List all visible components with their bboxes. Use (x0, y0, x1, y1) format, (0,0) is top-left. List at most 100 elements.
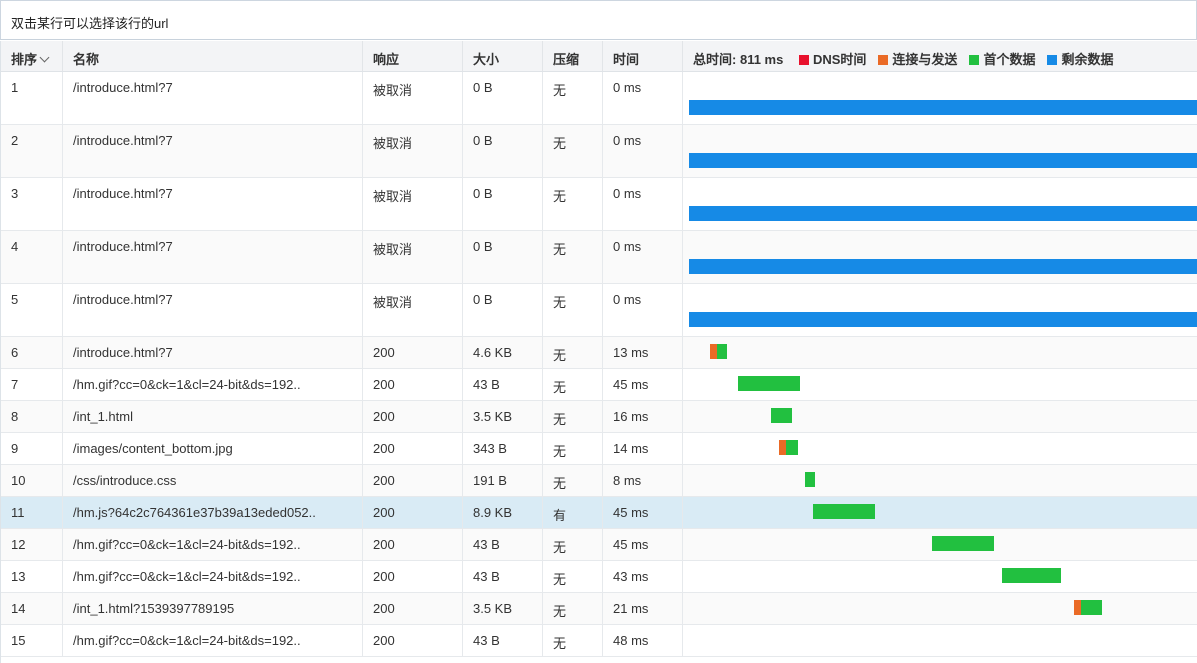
column-header-name[interactable]: 名称 (63, 41, 363, 71)
timeline-cell (683, 529, 1197, 560)
cell-time: 45 ms (603, 529, 683, 560)
timeline-bar-connect (779, 440, 786, 455)
cell-response-text: 200 (373, 377, 395, 392)
timeline-cell (683, 72, 1197, 124)
cell-size-text: 43 B (473, 377, 500, 392)
column-header-size-label: 大小 (473, 52, 500, 67)
cell-response-text: 被取消 (373, 189, 413, 204)
cell-time: 0 ms (603, 231, 683, 283)
table-row[interactable]: 12/hm.gif?cc=0&ck=1&cl=24-bit&ds=192.. 20… (1, 529, 1197, 561)
cell-time-text: 0 ms (613, 292, 642, 307)
table-row[interactable]: 5/introduce.html?7 被取消 0 B 无 0 ms (1, 284, 1197, 337)
table-row[interactable]: 1/introduce.html?7 被取消 0 B 无 0 ms (1, 72, 1197, 125)
timeline-cell (683, 337, 1197, 368)
timeline-cell (683, 497, 1197, 528)
cell-response-text: 200 (373, 601, 395, 616)
cell-size-text: 0 B (473, 292, 493, 307)
cell-time: 0 ms (603, 125, 683, 177)
timeline-cell (683, 625, 1197, 656)
cell-rank: 5 (1, 284, 63, 336)
cell-compress-text: 无 (553, 412, 567, 427)
table-row[interactable]: 6/introduce.html?7 200 4.6 KB 无 13 ms (1, 337, 1197, 369)
cell-rank: 13 (1, 561, 63, 592)
cell-time: 0 ms (603, 72, 683, 124)
cell-compress: 无 (543, 401, 603, 432)
cell-name: /hm.gif?cc=0&ck=1&cl=24-bit&ds=192.. (63, 561, 363, 592)
cell-size: 43 B (463, 369, 543, 400)
column-header-compress[interactable]: 压缩 (543, 41, 603, 71)
cell-rank: 2 (1, 125, 63, 177)
chevron-down-icon[interactable] (39, 52, 50, 63)
cell-name-text: /hm.js?64c2c764361e37b39a13eded052.. (73, 505, 316, 520)
cell-time-text: 8 ms (613, 473, 642, 488)
column-header-response[interactable]: 响应 (363, 41, 463, 71)
timeline-bar-rest (689, 312, 1197, 327)
cell-size: 43 B (463, 561, 543, 592)
cell-time: 21 ms (603, 593, 683, 624)
table-row[interactable]: 8/int_1.html 200 3.5 KB 无 16 ms (1, 401, 1197, 433)
cell-time-text: 16 ms (613, 409, 649, 424)
cell-time-text: 0 ms (613, 80, 642, 95)
cell-response: 200 (363, 465, 463, 496)
cell-name: /hm.js?64c2c764361e37b39a13eded052.. (63, 497, 363, 528)
table-row[interactable]: 2/introduce.html?7 被取消 0 B 无 0 ms (1, 125, 1197, 178)
legend-item-rest: 剩余数据 (1047, 52, 1113, 67)
legend-label-rest: 剩余数据 (1061, 52, 1114, 67)
cell-compress: 有 (543, 497, 603, 528)
table-row[interactable]: 14/int_1.html?1539397789195 200 3.5 KB 无 21 … (1, 593, 1197, 625)
cell-response: 被取消 (363, 231, 463, 283)
column-header-time-label: 时间 (613, 52, 640, 67)
cell-name-text: /hm.gif?cc=0&ck=1&cl=24-bit&ds=192.. (73, 569, 301, 584)
cell-compress-text: 无 (553, 380, 567, 395)
table-row[interactable]: 10/css/introduce.css 200 191 B 无 8 ms (1, 465, 1197, 497)
timeline-bar-rest (689, 259, 1197, 274)
cell-size: 343 B (463, 433, 543, 464)
cell-compress: 无 (543, 369, 603, 400)
cell-name-text: /hm.gif?cc=0&ck=1&cl=24-bit&ds=192.. (73, 633, 301, 648)
cell-response-text: 200 (373, 569, 395, 584)
hint-text: 双击某行可以选择该行的url (11, 16, 169, 31)
cell-rank-text: 4 (11, 239, 19, 254)
cell-response-text: 被取消 (373, 83, 413, 98)
cell-compress-text: 无 (553, 136, 567, 151)
cell-response-text: 200 (373, 505, 395, 520)
cell-time: 48 ms (603, 625, 683, 656)
cell-response-text: 被取消 (373, 136, 413, 151)
table-row[interactable]: 4/introduce.html?7 被取消 0 B 无 0 ms (1, 231, 1197, 284)
column-header-compress-label: 压缩 (553, 52, 580, 67)
table-row[interactable]: 9/images/content_bottom.jpg 200 343 B 无 14 m… (1, 433, 1197, 465)
cell-size-text: 4.6 KB (473, 345, 513, 360)
cell-compress-text: 无 (553, 540, 567, 555)
cell-size: 8.9 KB (463, 497, 543, 528)
cell-rank-text: 9 (11, 441, 19, 456)
column-header-time[interactable]: 时间 (603, 41, 683, 71)
table-row[interactable]: 7/hm.gif?cc=0&ck=1&cl=24-bit&ds=192.. 200… (1, 369, 1197, 401)
cell-time: 0 ms (603, 178, 683, 230)
cell-rank: 8 (1, 401, 63, 432)
column-header-rank[interactable]: 排序 (1, 41, 63, 71)
table-row[interactable]: 11/hm.js?64c2c764361e37b39a13eded052.. 20… (1, 497, 1197, 529)
table-row[interactable]: 3/introduce.html?7 被取消 0 B 无 0 ms (1, 178, 1197, 231)
table-row[interactable]: 13/hm.gif?cc=0&ck=1&cl=24-bit&ds=192.. 20… (1, 561, 1197, 593)
cell-size-text: 43 B (473, 633, 500, 648)
legend-label-connect: 连接与发送 (892, 52, 958, 67)
cell-response-text: 200 (373, 441, 395, 456)
cell-name-text: /introduce.html?7 (73, 80, 173, 95)
cell-size: 43 B (463, 529, 543, 560)
cell-name: /int_1.html (63, 401, 363, 432)
table-row[interactable]: 15/hm.gif?cc=0&ck=1&cl=24-bit&ds=192.. 20… (1, 625, 1197, 657)
timeline-cell (683, 561, 1197, 592)
network-table: 排序 名称 响应 大小 压缩 时间 总时间: 811 ms DNS时间 连接与发送… (0, 41, 1197, 663)
column-header-size[interactable]: 大小 (463, 41, 543, 71)
column-header-name-label: 名称 (73, 52, 100, 67)
cell-response: 被取消 (363, 178, 463, 230)
cell-size-text: 43 B (473, 537, 500, 552)
cell-name-text: /introduce.html?7 (73, 292, 173, 307)
cell-time-text: 21 ms (613, 601, 649, 616)
legend-swatch-first (969, 55, 980, 65)
cell-compress: 无 (543, 433, 603, 464)
cell-time: 0 ms (603, 284, 683, 336)
table-header: 排序 名称 响应 大小 压缩 时间 总时间: 811 ms DNS时间 连接与发送… (1, 41, 1197, 72)
cell-response: 被取消 (363, 72, 463, 124)
column-header-timeline: 总时间: 811 ms DNS时间 连接与发送 首个数据 剩余数据 (683, 41, 1197, 71)
